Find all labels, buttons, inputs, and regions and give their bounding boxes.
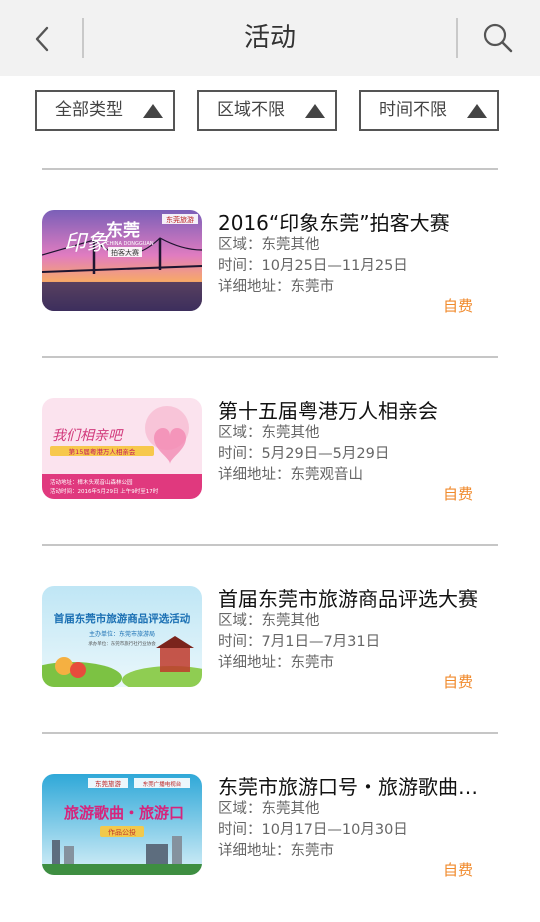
event-thumbnail: 东莞旅游 东莞广播电视台 旅游歌曲・旅游口 作品公投 bbox=[42, 774, 202, 875]
thumbnail-line1: 活动地址：樟木头观音山森林公园 bbox=[50, 478, 133, 486]
thumbnail-main-text: 我们相亲吧 bbox=[52, 428, 124, 444]
filter-time-label: 时间不限 bbox=[379, 100, 447, 120]
list-divider bbox=[42, 168, 498, 170]
event-time: 时间：5月29日—5月29日 bbox=[218, 444, 389, 464]
address-label: 详细地址： bbox=[218, 279, 291, 295]
event-title: 第十五届粤港万人相亲会 bbox=[218, 399, 438, 423]
event-address: 详细地址：东莞市 bbox=[218, 841, 334, 861]
time-value: 10月17日—10月30日 bbox=[261, 822, 408, 838]
list-divider bbox=[42, 356, 498, 358]
thumbnail-tag-text: 拍客大赛 bbox=[111, 248, 139, 257]
event-region: 区域：东莞其他 bbox=[218, 799, 320, 819]
event-region: 区域：东莞其他 bbox=[218, 235, 320, 255]
thumbnail-sub-text: 第15届粤港万人相亲会 bbox=[69, 447, 136, 456]
event-title: 首届东莞市旅游商品评选大赛 bbox=[218, 587, 478, 611]
event-thumbnail: 首届东莞市旅游商品评选活动 主办单位：东莞市旅游局 承办单位：东莞市旅行社行业协… bbox=[42, 586, 202, 687]
event-time: 时间：10月25日—11月25日 bbox=[218, 256, 408, 276]
filter-region-label: 区域不限 bbox=[217, 100, 285, 120]
region-value: 东莞其他 bbox=[261, 801, 320, 817]
event-item[interactable]: 我们相亲吧 第15届粤港万人相亲会 活动地址：樟木头观音山森林公园 活动时间：2… bbox=[0, 398, 540, 503]
time-label: 时间： bbox=[218, 446, 262, 462]
time-value: 10月25日—11月25日 bbox=[261, 258, 408, 274]
time-value: 7月1日—7月31日 bbox=[261, 634, 381, 650]
thumbnail-main-text: 旅游歌曲・旅游口 bbox=[64, 804, 184, 822]
region-label: 区域： bbox=[218, 801, 262, 817]
region-label: 区域： bbox=[218, 425, 262, 441]
search-button[interactable] bbox=[480, 20, 516, 56]
address-label: 详细地址： bbox=[218, 467, 291, 483]
address-label: 详细地址： bbox=[218, 843, 291, 859]
event-price: 自费 bbox=[443, 297, 474, 315]
region-label: 区域： bbox=[218, 613, 262, 629]
address-value: 东莞市 bbox=[290, 843, 335, 859]
triangle-up-icon bbox=[467, 104, 487, 118]
triangle-up-icon bbox=[305, 104, 325, 118]
list-divider bbox=[42, 732, 498, 734]
thumbnail-brand2-text: 东莞广播电视台 bbox=[143, 780, 182, 788]
event-time: 时间：10月17日—10月30日 bbox=[218, 820, 408, 840]
filter-region[interactable]: 区域不限 bbox=[197, 90, 337, 131]
time-label: 时间： bbox=[218, 822, 262, 838]
address-value: 东莞观音山 bbox=[290, 467, 364, 483]
thumbnail-brand-text: 东莞旅游 bbox=[166, 215, 194, 224]
thumbnail-brand-text: 东莞旅游 bbox=[95, 779, 122, 788]
region-value: 东莞其他 bbox=[261, 425, 320, 441]
region-label: 区域： bbox=[218, 237, 262, 253]
thumbnail-main-text: 东莞 bbox=[106, 220, 140, 241]
top-bar: 活动 bbox=[0, 0, 540, 76]
thumbnail-sub-text: 作品公投 bbox=[108, 828, 136, 837]
event-price: 自费 bbox=[443, 673, 474, 691]
event-item[interactable]: 东莞旅游 东莞广播电视台 旅游歌曲・旅游口 作品公投 东莞市旅游口号・旅游歌曲…… bbox=[0, 774, 540, 879]
address-value: 东莞市 bbox=[290, 279, 335, 295]
event-time: 时间：7月1日—7月31日 bbox=[218, 632, 380, 652]
time-label: 时间： bbox=[218, 258, 262, 274]
header-divider-right bbox=[456, 18, 458, 58]
time-value: 5月29日—5月29日 bbox=[261, 446, 390, 462]
thumbnail-art-text: 印象 bbox=[64, 231, 109, 256]
event-title: 东莞市旅游口号・旅游歌曲… bbox=[218, 775, 478, 799]
region-value: 东莞其他 bbox=[261, 613, 320, 629]
thumbnail-line1: 承办单位：东莞市旅行社行业协会 bbox=[88, 640, 156, 647]
thumbnail-sub-text: 主办单位：东莞市旅游局 bbox=[89, 630, 155, 638]
time-label: 时间： bbox=[218, 634, 262, 650]
list-divider bbox=[42, 544, 498, 546]
event-address: 详细地址：东莞观音山 bbox=[218, 465, 363, 485]
event-price: 自费 bbox=[443, 861, 474, 879]
thumbnail-line2: 活动时间：2016年5月29日 上午9时至17时 bbox=[50, 487, 159, 495]
event-address: 详细地址：东莞市 bbox=[218, 653, 334, 673]
filter-time[interactable]: 时间不限 bbox=[359, 90, 499, 131]
address-label: 详细地址： bbox=[218, 655, 291, 671]
address-value: 东莞市 bbox=[290, 655, 335, 671]
event-thumbnail: 东莞旅游 印象 东莞 CHINA DONGGUAN 拍客大赛 bbox=[42, 210, 202, 311]
filter-type[interactable]: 全部类型 bbox=[35, 90, 175, 131]
filter-type-label: 全部类型 bbox=[55, 100, 123, 120]
thumbnail-main-text: 首届东莞市旅游商品评选活动 bbox=[54, 612, 191, 625]
search-icon bbox=[483, 23, 513, 53]
event-price: 自费 bbox=[443, 485, 474, 503]
event-item[interactable]: 首届东莞市旅游商品评选活动 主办单位：东莞市旅游局 承办单位：东莞市旅行社行业协… bbox=[0, 586, 540, 691]
event-title: 2016“印象东莞”拍客大赛 bbox=[218, 211, 450, 235]
region-value: 东莞其他 bbox=[261, 237, 320, 253]
event-item[interactable]: 东莞旅游 印象 东莞 CHINA DONGGUAN 拍客大赛 2016“印象东莞… bbox=[0, 210, 540, 315]
thumbnail-sub-text: CHINA DONGGUAN bbox=[106, 241, 154, 247]
event-region: 区域：东莞其他 bbox=[218, 423, 320, 443]
triangle-up-icon bbox=[143, 104, 163, 118]
event-region: 区域：东莞其他 bbox=[218, 611, 320, 631]
page-title: 活动 bbox=[243, 23, 296, 53]
event-thumbnail: 我们相亲吧 第15届粤港万人相亲会 活动地址：樟木头观音山森林公园 活动时间：2… bbox=[42, 398, 202, 499]
event-address: 详细地址：东莞市 bbox=[218, 277, 334, 297]
